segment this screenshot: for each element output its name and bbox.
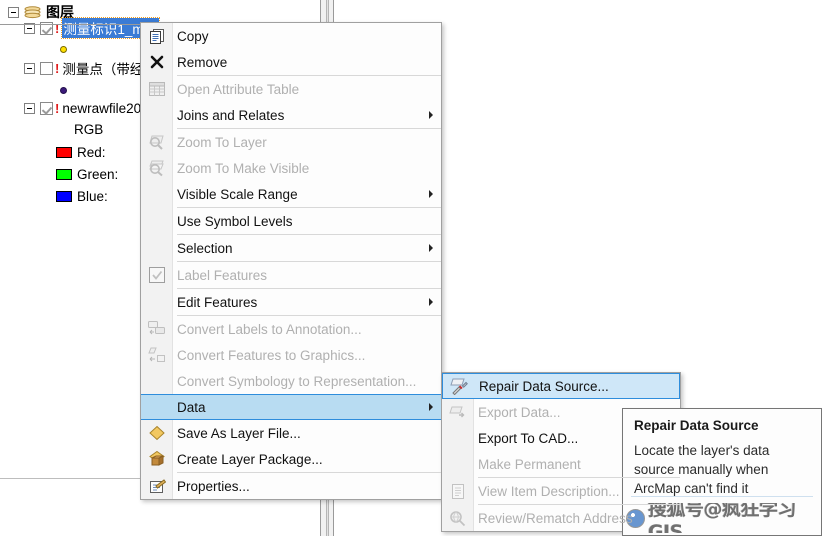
menu-item-create-layer-package[interactable]: Create Layer Package... xyxy=(141,446,441,472)
menu-item-properties[interactable]: Properties... xyxy=(141,473,441,499)
menu-item-label: Selection xyxy=(177,240,233,256)
menu-item-label: Data xyxy=(177,399,206,415)
item-description-icon xyxy=(448,481,468,501)
broken-link-icon: ! xyxy=(55,100,60,116)
raster-band-row-green: Green: NON xyxy=(56,164,192,184)
menu-item-label: Edit Features xyxy=(177,294,258,310)
convert-labels-icon xyxy=(147,319,167,339)
menu-item-save-as-layer-file[interactable]: Save As Layer File... xyxy=(141,420,441,446)
submenu-item-view-item-description: View Item Description... xyxy=(442,478,680,504)
submenu-item-label: View Item Description... xyxy=(478,483,620,499)
remove-x-icon xyxy=(147,52,167,72)
toc-layer-label-2[interactable]: newrawfile202 xyxy=(62,101,148,116)
expander-icon[interactable] xyxy=(24,102,35,114)
repair-data-source-icon xyxy=(449,376,469,396)
layer-file-icon xyxy=(147,423,167,443)
menu-item-label: Zoom To Layer xyxy=(177,134,267,150)
menu-item-label: Open Attribute Table xyxy=(177,81,300,97)
menu-item-convert-features-to-graphics: Convert Features to Graphics... xyxy=(141,342,441,368)
layer-visibility-checkbox[interactable] xyxy=(40,61,53,75)
menu-item-label: Save As Layer File... xyxy=(177,425,301,441)
layer-package-icon xyxy=(147,449,167,469)
copy-icon xyxy=(147,26,167,46)
submenu-arrow-icon xyxy=(429,190,433,198)
menu-item-label: Zoom To Make Visible xyxy=(177,160,310,176)
submenu-item-label: Export Data... xyxy=(478,404,561,420)
submenu-item-export-data: Export Data... xyxy=(442,399,680,425)
broken-link-icon: ! xyxy=(55,60,60,76)
menu-item-label: Label Features xyxy=(177,267,268,283)
submenu-item-export-to-cad[interactable]: Export To CAD... xyxy=(442,425,680,451)
menu-item-label: Create Layer Package... xyxy=(177,451,323,467)
menu-item-selection[interactable]: Selection xyxy=(141,235,441,261)
green-band-label: Green: xyxy=(77,166,119,182)
rematch-address-icon xyxy=(448,508,468,528)
raster-band-row-blue: Blue: NON xyxy=(56,186,192,206)
purple-point-symbol-icon xyxy=(60,86,67,94)
menu-item-label: Use Symbol Levels xyxy=(177,213,293,229)
expander-icon[interactable] xyxy=(24,62,35,74)
menu-item-label: Visible Scale Range xyxy=(177,186,298,202)
red-band-swatch-icon xyxy=(56,146,72,158)
arcmap-screenshot: 图层 ! 测量标识1_mxd ! 测量点（带经纬 ! newrawfile202 xyxy=(0,0,822,536)
toc-symbol-row-1 xyxy=(60,80,67,100)
zoom-to-layer-icon xyxy=(147,132,167,152)
blue-band-label: Blue: xyxy=(77,188,108,204)
menu-item-data[interactable]: Data xyxy=(141,394,441,420)
properties-icon xyxy=(147,476,167,496)
menu-item-joins-and-relates[interactable]: Joins and Relates xyxy=(141,102,441,128)
submenu-item-make-permanent: Make Permanent xyxy=(442,451,680,477)
expander-icon[interactable] xyxy=(8,6,19,18)
menu-item-label: Joins and Relates xyxy=(177,107,285,123)
raster-band-row-red: Red: NON xyxy=(56,142,192,162)
menu-item-label: Convert Labels to Annotation... xyxy=(177,321,362,337)
layer-context-menu[interactable]: Copy Remove Open Attribute Table Joins a… xyxy=(140,22,442,500)
menu-item-zoom-to-layer: Zoom To Layer xyxy=(141,129,441,155)
submenu-item-label: Make Permanent xyxy=(478,456,581,472)
menu-item-label-features: Label Features xyxy=(141,262,441,288)
menu-item-zoom-to-make-visible: Zoom To Make Visible xyxy=(141,155,441,181)
toc-layer-row-0[interactable]: ! 测量标识1_mxd xyxy=(24,17,160,39)
layer-stack-icon xyxy=(24,5,41,19)
submenu-item-label: Export To CAD... xyxy=(478,430,579,446)
attribute-table-icon xyxy=(147,79,167,99)
checkbox-icon xyxy=(147,265,167,285)
green-band-swatch-icon xyxy=(56,168,72,180)
menu-item-label: Convert Symbology to Representation... xyxy=(177,373,417,389)
submenu-arrow-icon xyxy=(429,298,433,306)
toc-layer-row-2[interactable]: ! newrawfile202 xyxy=(24,98,149,118)
red-band-label: Red: xyxy=(77,144,106,160)
export-data-icon xyxy=(448,402,468,422)
menu-item-remove[interactable]: Remove xyxy=(141,49,441,75)
raster-rgb-heading: RGB xyxy=(74,119,103,139)
submenu-arrow-icon xyxy=(429,244,433,252)
toc-layer-row-1[interactable]: ! 测量点（带经纬 xyxy=(24,58,157,78)
menu-item-use-symbol-levels[interactable]: Use Symbol Levels xyxy=(141,208,441,234)
menu-item-edit-features[interactable]: Edit Features xyxy=(141,289,441,315)
menu-item-open-attribute-table: Open Attribute Table xyxy=(141,76,441,102)
submenu-item-label: Review/Rematch Address xyxy=(478,510,633,526)
submenu-arrow-icon xyxy=(429,111,433,119)
layer-visibility-checkbox[interactable] xyxy=(40,101,53,115)
menu-item-label: Properties... xyxy=(177,478,250,494)
menu-item-convert-symbology-to-representation: Convert Symbology to Representation... xyxy=(141,368,441,394)
submenu-item-review-rematch-address: Review/Rematch Address xyxy=(442,505,680,531)
submenu-item-label: Repair Data Source... xyxy=(479,378,609,394)
menu-item-label: Copy xyxy=(177,28,209,44)
toc-symbol-row-0 xyxy=(60,39,67,59)
menu-item-convert-labels-to-annotation: Convert Labels to Annotation... xyxy=(141,316,441,342)
menu-item-visible-scale-range[interactable]: Visible Scale Range xyxy=(141,181,441,207)
menu-item-copy[interactable]: Copy xyxy=(141,23,441,49)
convert-features-icon xyxy=(147,345,167,365)
blue-band-swatch-icon xyxy=(56,190,72,202)
zoom-make-visible-icon xyxy=(147,158,167,178)
menu-item-label: Convert Features to Graphics... xyxy=(177,347,366,363)
raster-rgb-heading-label: RGB xyxy=(74,121,104,137)
data-submenu[interactable]: Repair Data Source... Export Data... Exp… xyxy=(441,372,681,532)
menu-item-label: Remove xyxy=(177,54,228,70)
submenu-arrow-icon xyxy=(429,403,433,411)
yellow-point-symbol-icon xyxy=(60,45,67,53)
submenu-item-repair-data-source[interactable]: Repair Data Source... xyxy=(442,373,680,399)
